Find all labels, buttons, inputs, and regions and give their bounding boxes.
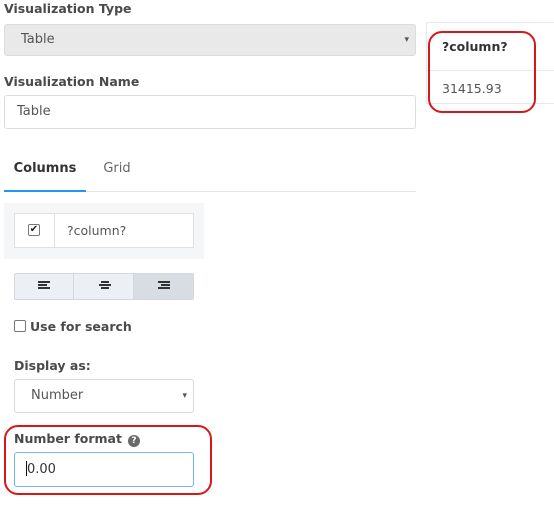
- help-icon[interactable]: ?: [127, 435, 140, 447]
- visualization-type-select: Table ▾: [4, 24, 416, 56]
- number-format-label: Number format: [14, 431, 122, 446]
- align-left-icon: [38, 281, 50, 292]
- align-right-button[interactable]: [134, 274, 193, 299]
- column-visibility-cell: ✔: [15, 214, 55, 247]
- align-right-icon: [158, 281, 170, 292]
- number-format-input[interactable]: 0.00: [14, 452, 194, 487]
- visualization-type-value: Table: [21, 32, 55, 47]
- align-center-icon: [99, 281, 111, 292]
- column-visible-checkbox[interactable]: ✔: [28, 224, 40, 236]
- preview-cell: 31415.93: [442, 81, 502, 96]
- editor-tabs: Columns Grid: [4, 152, 416, 192]
- number-format-label-row: Number format?: [14, 431, 140, 447]
- column-list-item: ✔ ?column?: [14, 213, 194, 248]
- preview-table: ?column? 31415.93: [426, 22, 554, 104]
- display-as-label: Display as:: [14, 358, 91, 373]
- display-as-value: Number: [31, 388, 84, 403]
- chevron-down-icon: ▾: [404, 35, 409, 45]
- preview-column-header[interactable]: ?column?: [427, 23, 554, 71]
- visualization-type-label: Visualization Type: [4, 1, 132, 16]
- tab-columns[interactable]: Columns: [4, 152, 86, 192]
- column-list-panel: ✔ ?column?: [4, 203, 204, 259]
- use-for-search-checkbox[interactable]: [14, 320, 26, 332]
- use-for-search-row: Use for search: [14, 319, 132, 334]
- alignment-button-group: [14, 273, 194, 300]
- display-as-select[interactable]: Number ▾: [14, 379, 194, 413]
- align-center-button[interactable]: [75, 274, 134, 299]
- tab-grid[interactable]: Grid: [86, 152, 148, 192]
- number-format-value: 0.00: [27, 462, 56, 477]
- visualization-name-input[interactable]: Table: [4, 95, 416, 129]
- chevron-down-icon: ▾: [182, 391, 187, 401]
- column-name: ?column?: [67, 223, 127, 238]
- visualization-name-label: Visualization Name: [4, 74, 140, 89]
- align-left-button[interactable]: [15, 274, 74, 299]
- use-for-search-label[interactable]: Use for search: [30, 319, 132, 334]
